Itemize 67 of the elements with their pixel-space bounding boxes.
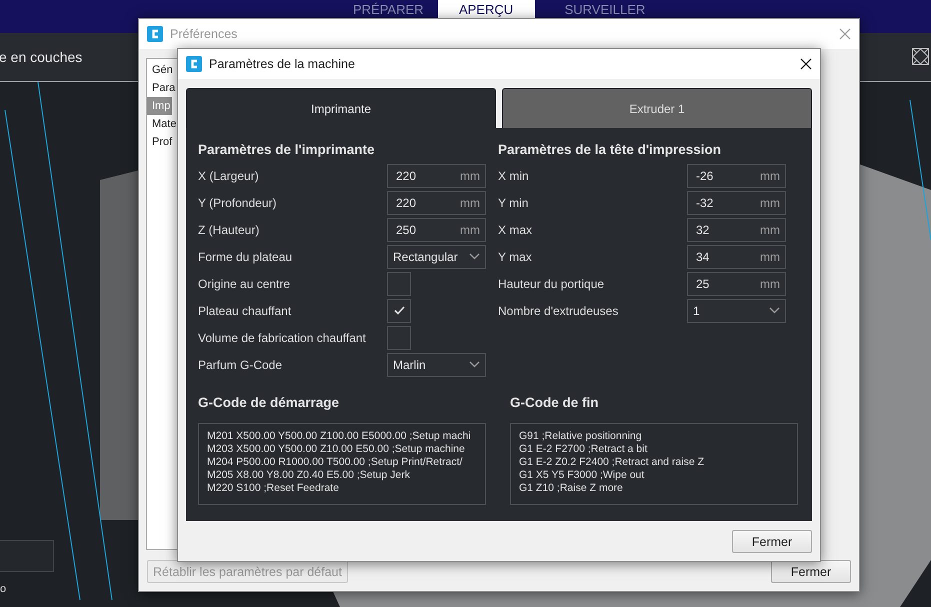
field-label: Plateau chauffant [198,304,292,318]
section-heading: Paramètres de l'imprimante [198,142,376,159]
window-title: Paramètres de la machine [209,57,356,71]
code-line: M205 X8.00 Y8.00 Z0.40 E5.00 ;Setup Jerk [207,469,411,482]
close-button[interactable]: Fermer [732,530,812,553]
section-heading: G-Code de fin [510,395,600,412]
number-field[interactable]: 250 mm [387,218,486,242]
gcode-editor[interactable] [198,423,486,505]
number-field[interactable]: 34 mm [687,244,786,268]
sidebar-item[interactable]: Mate [150,115,178,133]
checkbox[interactable] [387,326,411,350]
number-field[interactable]: 25 mm [687,272,786,296]
code-line: G1 Z10 ;Raise Z more [519,482,624,495]
chevron-down-icon [469,361,480,368]
code-line: M201 X500.00 Y500.00 Z100.00 E5000.00 ;Setup machi [207,430,472,443]
number-field[interactable]: -26 mm [687,164,786,188]
chevron-down-icon [469,253,480,260]
section-heading: G-Code de démarrage [198,395,340,412]
checkbox[interactable] [387,298,411,322]
stage-tab[interactable]: APERÇU [438,0,535,18]
field-label: Y (Profondeur) [198,196,278,210]
field-label: X (Largeur) [198,168,260,182]
field-label: X max [498,222,534,236]
field-label: X min [498,168,530,182]
dropdown[interactable]: Rectangular [387,244,486,268]
tab[interactable]: Imprimante [186,88,496,128]
tab[interactable]: Extruder 1 [502,88,812,128]
code-line: M203 X500.00 Y500.00 Z10.00 E50.00 ;Setup machine [207,443,466,456]
number-field[interactable]: 220 mm [387,164,486,188]
stage-tab[interactable]: SURVEILLER [550,0,660,18]
dropdown[interactable]: 1 [687,298,786,322]
code-line: G1 E-2 F2700 ;Retract a bit [519,443,648,456]
gcode-editor[interactable]: G91 ;Relative positionning G1 E-2 F2700 ;Retract a bit G1 E-2 Z0.2 F2400 ;Retract and raise Z G1 X5 Y5 F3000 ;Wipe out G1 Z10 ;Raise Z more [510,423,798,505]
square-diamond-icon[interactable] [912,48,929,65]
window-title: Préférences [170,27,238,41]
field-label: Origine au centre [198,276,292,290]
stage-tab[interactable]: PRÉPARER [339,0,438,18]
input-field[interactable] [0,540,54,572]
sidebar-item[interactable]: Para [150,79,178,97]
code-line: G1 E-2 Z0.2 F2400 ;Retract and raise Z [519,456,706,469]
app-logo-icon [186,56,202,72]
code-line: G91 ;Relative positionning [519,430,643,443]
number-field[interactable]: 32 mm [687,218,786,242]
dropdown[interactable]: Marlin [387,352,486,376]
close-button[interactable]: Fermer [771,560,851,583]
number-field[interactable]: 220 mm [387,190,486,214]
code-line: G1 X5 Y5 F3000 ;Wipe out [519,469,646,482]
field-label: Hauteur du portique [498,276,606,290]
field-label: Volume de fabrication chauffant [198,330,367,344]
check-icon [394,306,404,315]
section-heading: Paramètres de la tête d'impression [498,142,722,159]
field-label: Parfum G-Code [198,358,284,372]
sidebar-item[interactable]: Prof [150,133,174,151]
code-line: M204 P500.00 R1000.00 T500.00 ;Setup Print/Retract/ [207,456,464,469]
field-label: Z (Hauteur) [198,222,260,236]
close-icon[interactable] [800,58,812,70]
field-label: Nombre d'extrudeuses [498,304,620,318]
panel-label: o [0,583,6,595]
chevron-down-icon [769,307,780,314]
field-label: Y min [498,196,530,210]
field-label: Y max [498,250,533,264]
checkbox[interactable] [387,272,411,296]
sidebar-item[interactable]: Gén [150,61,175,79]
code-line: M220 S100 ;Reset Feedrate [207,482,340,495]
field-label: Forme du plateau [198,250,294,264]
app-logo-icon [147,26,163,42]
number-field[interactable]: -32 mm [687,190,786,214]
